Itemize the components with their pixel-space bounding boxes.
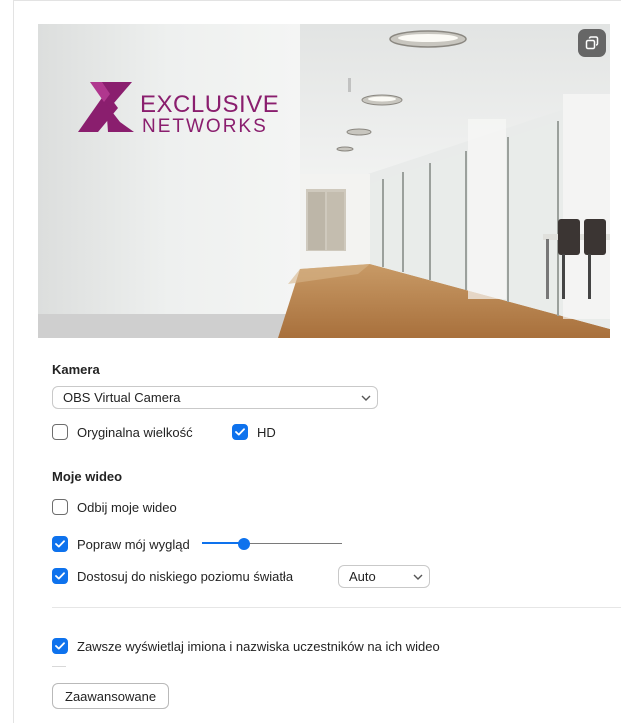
chevron-down-icon	[355, 395, 377, 401]
hd-checkbox[interactable]	[232, 424, 248, 440]
slider-thumb[interactable]	[237, 538, 250, 550]
original-size-label: Oryginalna wielkość	[77, 424, 193, 440]
chevron-down-icon	[407, 574, 429, 580]
low-light-checkbox[interactable]	[52, 568, 68, 584]
touch-up-row: Popraw mój wygląd	[52, 534, 342, 554]
hd-label: HD	[257, 424, 276, 440]
original-size-row: Oryginalna wielkość	[52, 422, 193, 442]
always-show-names-row: Zawsze wyświetlaj imiona i nazwiska ucze…	[52, 636, 440, 656]
camera-select-value: OBS Virtual Camera	[63, 390, 181, 405]
always-show-names-checkbox[interactable]	[52, 638, 68, 654]
svg-text:EXCLUSIVE: EXCLUSIVE	[140, 91, 279, 118]
swap-camera-button[interactable]	[578, 29, 606, 57]
section-divider	[52, 607, 621, 608]
swap-camera-icon	[585, 36, 599, 50]
low-light-row: Dostosuj do niskiego poziomu światła	[52, 566, 293, 586]
camera-preview: EXCLUSIVE NETWORKS	[38, 24, 610, 338]
advanced-button[interactable]: Zaawansowane	[52, 683, 170, 709]
partially-hidden-option	[52, 666, 66, 670]
mirror-video-checkbox[interactable]	[52, 499, 68, 515]
low-light-mode-value: Auto	[349, 569, 376, 584]
camera-section-title: Kamera	[52, 362, 100, 377]
mirror-row: Odbij moje wideo	[52, 497, 177, 517]
touch-up-label: Popraw mój wygląd	[77, 536, 190, 552]
office-hallway-image: EXCLUSIVE NETWORKS	[38, 24, 610, 338]
touch-up-checkbox[interactable]	[52, 536, 68, 552]
my-video-section-title: Moje wideo	[52, 469, 123, 484]
low-light-mode-select[interactable]: Auto	[338, 565, 430, 588]
low-light-label: Dostosuj do niskiego poziomu światła	[77, 568, 294, 584]
camera-select[interactable]: OBS Virtual Camera	[52, 386, 378, 409]
original-size-checkbox[interactable]	[52, 424, 68, 440]
hd-row: HD	[232, 422, 276, 442]
mirror-video-label: Odbij moje wideo	[77, 499, 177, 515]
svg-text:NETWORKS: NETWORKS	[142, 116, 268, 137]
always-show-names-label: Zawsze wyświetlaj imiona i nazwiska ucze…	[77, 638, 440, 654]
touch-up-slider[interactable]	[201, 536, 342, 552]
exclusive-networks-logo: EXCLUSIVE NETWORKS	[78, 82, 279, 137]
